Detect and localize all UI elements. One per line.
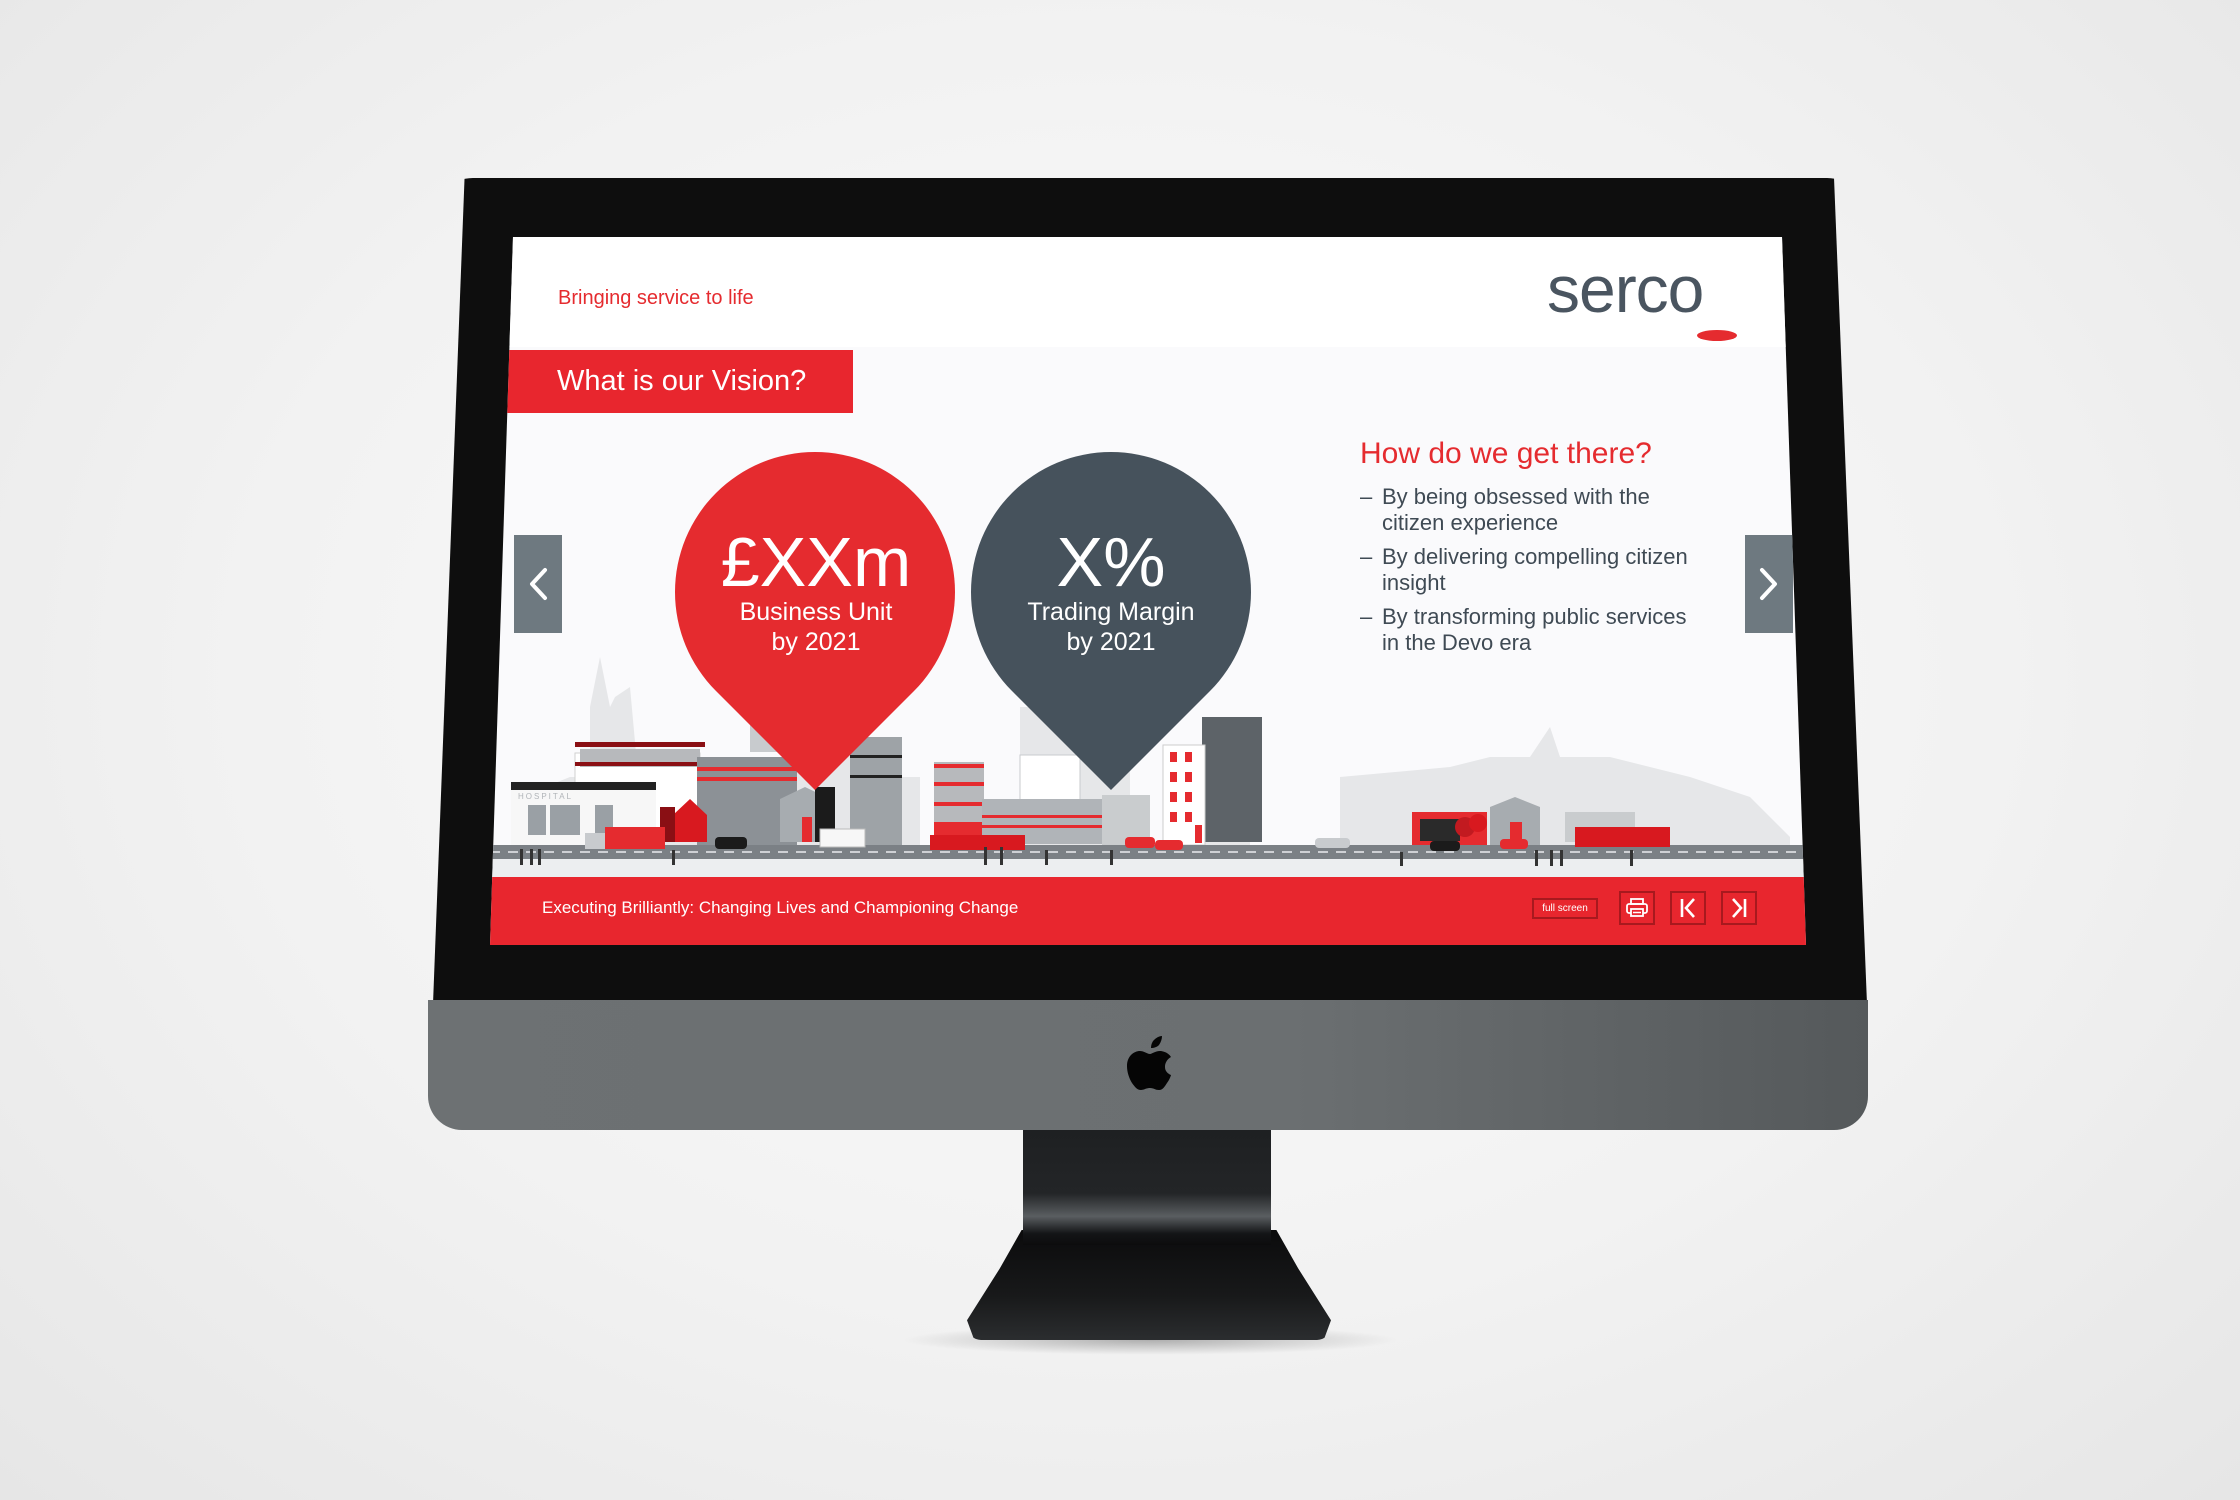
monitor-stand-neck xyxy=(1023,1130,1271,1245)
previous-slide-button[interactable] xyxy=(514,535,562,633)
margin-value: X% xyxy=(1056,523,1166,601)
how-item-text: By transforming public services in the D… xyxy=(1382,604,1687,655)
red-car xyxy=(1125,837,1155,848)
revenue-pin-label: £XXm Business Unit by 2021 xyxy=(666,527,966,657)
footer-text: Executing Brilliantly: Changing Lives an… xyxy=(542,898,1019,917)
presentation-screen: Bringing service to life serco What is o… xyxy=(490,237,1806,945)
margin-label-line2: by 2021 xyxy=(1066,628,1156,656)
serco-logo: serco xyxy=(1547,252,1704,326)
apple-logo-icon xyxy=(1127,1036,1171,1090)
margin-pin-label: X% Trading Margin by 2021 xyxy=(961,527,1261,657)
how-list: – By being obsessed with the citizen expe… xyxy=(1360,484,1690,664)
how-list-item: – By delivering compelling citizen insigh… xyxy=(1360,544,1690,596)
first-slide-button[interactable] xyxy=(1670,891,1706,925)
how-title: How do we get there? xyxy=(1360,437,1652,470)
how-item-text: By being obsessed with the citizen exper… xyxy=(1382,484,1650,535)
slide-title: What is our Vision? xyxy=(557,365,807,397)
print-button[interactable] xyxy=(1619,891,1655,925)
red-truck xyxy=(605,827,665,849)
monitor-stand-base xyxy=(967,1230,1331,1340)
silver-car xyxy=(1315,838,1350,848)
hospital-sign: HOSPITAL xyxy=(518,792,573,801)
red-bus xyxy=(930,835,1025,850)
chevron-right-icon xyxy=(1760,568,1777,600)
red-bus-2 xyxy=(1575,827,1670,847)
margin-label-line1: Trading Margin xyxy=(1027,598,1195,626)
black-car xyxy=(715,837,747,849)
printer-icon xyxy=(1626,898,1648,917)
tagline: Bringing service to life xyxy=(558,287,754,309)
revenue-value: £XXm xyxy=(720,523,912,601)
pavement xyxy=(490,859,1806,877)
ambulance xyxy=(819,828,866,848)
how-list-item: – By being obsessed with the citizen expe… xyxy=(1360,484,1690,536)
how-item-text: By delivering compelling citizen insight xyxy=(1382,544,1688,595)
next-slide-button[interactable] xyxy=(1745,535,1793,633)
how-list-item: – By transforming public services in the … xyxy=(1360,604,1690,656)
serco-logo-swoosh xyxy=(1697,330,1737,341)
dark-tower xyxy=(1202,717,1262,842)
skip-to-first-icon xyxy=(1680,898,1695,918)
red-beetle xyxy=(1500,839,1528,849)
revenue-label-line1: Business Unit xyxy=(739,598,893,626)
revenue-label-line2: by 2021 xyxy=(771,628,861,656)
skip-to-last-icon xyxy=(1732,898,1747,918)
last-slide-button[interactable] xyxy=(1721,891,1757,925)
full-screen-button[interactable]: full screen xyxy=(1532,898,1598,919)
bullet-dash: – xyxy=(1360,544,1373,569)
bullet-dash: – xyxy=(1360,484,1373,509)
chevron-left-icon xyxy=(530,568,547,600)
black-car-2 xyxy=(1430,841,1460,851)
bullet-dash: – xyxy=(1360,604,1373,629)
